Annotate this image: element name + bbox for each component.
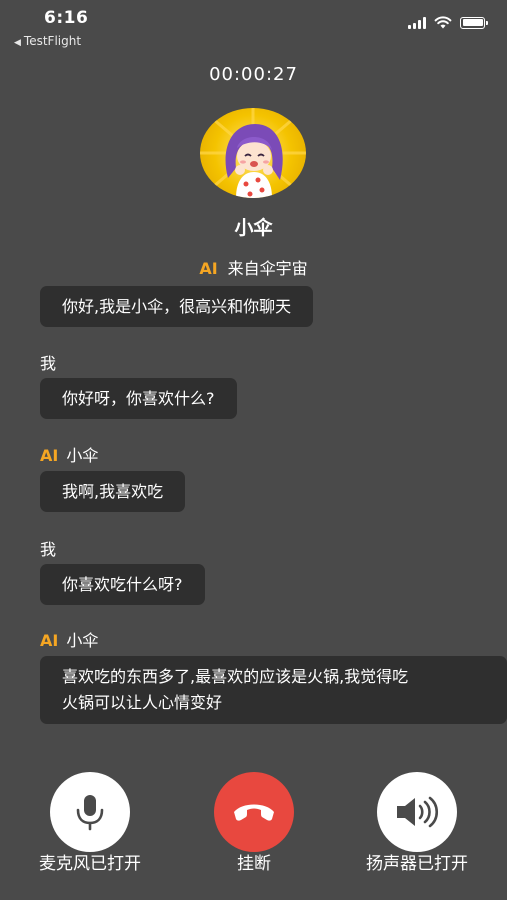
hang-up-label: 挂断 [237, 854, 271, 874]
ai-badge: AI [40, 631, 59, 650]
ai-badge: AI [199, 259, 218, 278]
contact-name: 小伞 [234, 217, 273, 239]
status-bar: 6:16 ◀ TestFlight [0, 0, 507, 56]
speaker-name: 小伞 [66, 631, 99, 650]
message-bubble: 你好呀，你喜欢什么? [40, 378, 237, 419]
speaker-toggle-button[interactable] [377, 772, 457, 852]
message-bubble: 你喜欢吃什么呀? [40, 564, 205, 605]
ai-badge: AI [40, 446, 59, 465]
phone-hangup-icon [234, 804, 274, 821]
call-timer: 00:00:27 [209, 64, 298, 85]
message-line: 喜欢吃的东西多了,最喜欢的应该是火锅,我觉得吃 [62, 667, 409, 686]
anime-girl-avatar-icon [200, 108, 306, 198]
back-to-app-link[interactable]: ◀ TestFlight [14, 34, 81, 48]
speaker-label: 我 [40, 354, 57, 373]
contact-avatar [200, 108, 306, 198]
back-app-label: TestFlight [23, 34, 82, 48]
cellular-signal-icon [408, 16, 426, 29]
status-icons [408, 16, 488, 29]
message-bubble: 喜欢吃的东西多了,最喜欢的应该是火锅,我觉得吃 火锅可以让人心情变好 [40, 656, 507, 724]
speaker-name: 小伞 [66, 446, 99, 465]
message-line: 火锅可以让人心情变好 [62, 693, 223, 712]
hang-up-button[interactable] [214, 772, 294, 852]
microphone-label: 麦克风已打开 [39, 854, 141, 874]
speaker-label: AI 小伞 [40, 627, 98, 651]
microphone-toggle-button[interactable] [50, 772, 130, 852]
speaker-label: 我 [40, 540, 57, 559]
contact-subtitle: AI 来自伞宇宙 [0, 255, 507, 279]
battery-icon [460, 16, 488, 29]
contact-origin: 来自伞宇宙 [227, 259, 308, 278]
status-time: 6:16 [44, 8, 89, 28]
speaker-label: AI 小伞 [40, 442, 98, 466]
speaker-icon [397, 796, 439, 828]
speaker-label-text: 扬声器已打开 [366, 854, 468, 874]
microphone-icon [76, 795, 104, 831]
back-triangle-icon: ◀ [14, 38, 21, 48]
message-bubble: 我啊,我喜欢吃 [40, 471, 186, 512]
message-bubble: 你好,我是小伞，很高兴和你聊天 [40, 286, 314, 327]
wifi-icon [434, 16, 452, 29]
